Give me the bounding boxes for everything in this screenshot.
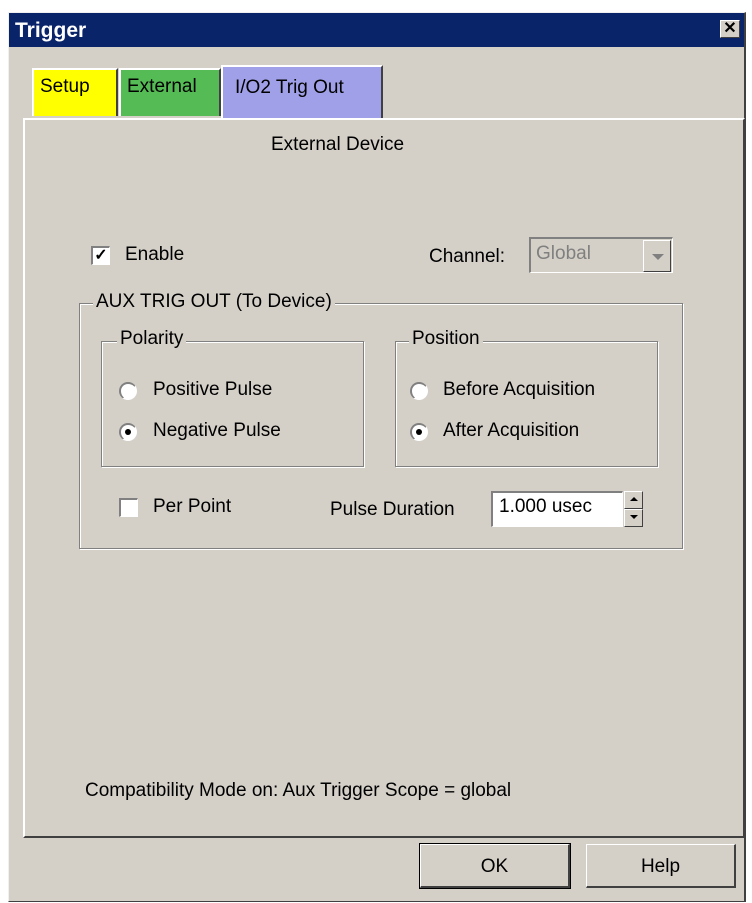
spin-down-icon[interactable] xyxy=(624,509,643,527)
panel-heading: External Device xyxy=(271,134,405,155)
after-acquisition-label: After Acquisition xyxy=(443,420,580,441)
help-button-label: Help xyxy=(640,856,681,877)
enable-checkbox[interactable]: ✓ xyxy=(91,246,110,265)
channel-label: Channel: xyxy=(429,246,506,267)
window-title: Trigger xyxy=(15,19,87,42)
polarity-group xyxy=(101,341,364,467)
ok-button[interactable]: OK xyxy=(419,843,571,889)
position-group xyxy=(395,341,658,467)
tab-panel: External Device ✓ Enable Channel: Global… xyxy=(23,118,745,838)
negative-pulse-radio[interactable] xyxy=(119,423,137,441)
compatibility-status: Compatibility Mode on: Aux Trigger Scope… xyxy=(85,780,512,801)
tab-setup-label: Setup xyxy=(40,76,90,97)
pulse-duration-label: Pulse Duration xyxy=(330,499,455,520)
trigger-dialog: Trigger ✕ Setup External I/O2 Trig Out E… xyxy=(8,12,746,902)
aux-trig-out-legend: AUX TRIG OUT (To Device) xyxy=(93,291,335,313)
close-icon: ✕ xyxy=(723,20,737,37)
before-acquisition-label: Before Acquisition xyxy=(443,379,596,400)
title-bar: Trigger ✕ xyxy=(9,13,744,47)
close-button[interactable]: ✕ xyxy=(720,20,740,38)
per-point-checkbox[interactable] xyxy=(119,498,138,517)
channel-select-value: Global xyxy=(536,243,591,264)
positive-pulse-radio[interactable] xyxy=(119,382,137,400)
tab-external[interactable]: External xyxy=(119,68,221,116)
channel-select[interactable]: Global xyxy=(529,237,673,273)
negative-pulse-label: Negative Pulse xyxy=(153,420,281,441)
before-acquisition-radio[interactable] xyxy=(410,382,428,400)
enable-label: Enable xyxy=(125,244,185,265)
pulse-duration-input[interactable]: 1.000 usec xyxy=(491,491,623,527)
per-point-label: Per Point xyxy=(153,496,232,517)
tab-io2-trig-out-label: I/O2 Trig Out xyxy=(235,77,344,98)
tab-external-label: External xyxy=(127,76,197,97)
spin-up-icon[interactable] xyxy=(624,491,643,509)
tab-setup[interactable]: Setup xyxy=(32,68,118,116)
ok-button-label: OK xyxy=(480,856,509,877)
positive-pulse-label: Positive Pulse xyxy=(153,379,273,400)
after-acquisition-radio[interactable] xyxy=(410,423,428,441)
help-button[interactable]: Help xyxy=(586,844,736,888)
tab-io2-trig-out[interactable]: I/O2 Trig Out xyxy=(221,65,383,119)
checkmark-icon: ✓ xyxy=(94,247,108,264)
polarity-legend: Polarity xyxy=(117,328,187,350)
chevron-down-icon[interactable] xyxy=(643,240,671,272)
position-legend: Position xyxy=(409,328,483,350)
